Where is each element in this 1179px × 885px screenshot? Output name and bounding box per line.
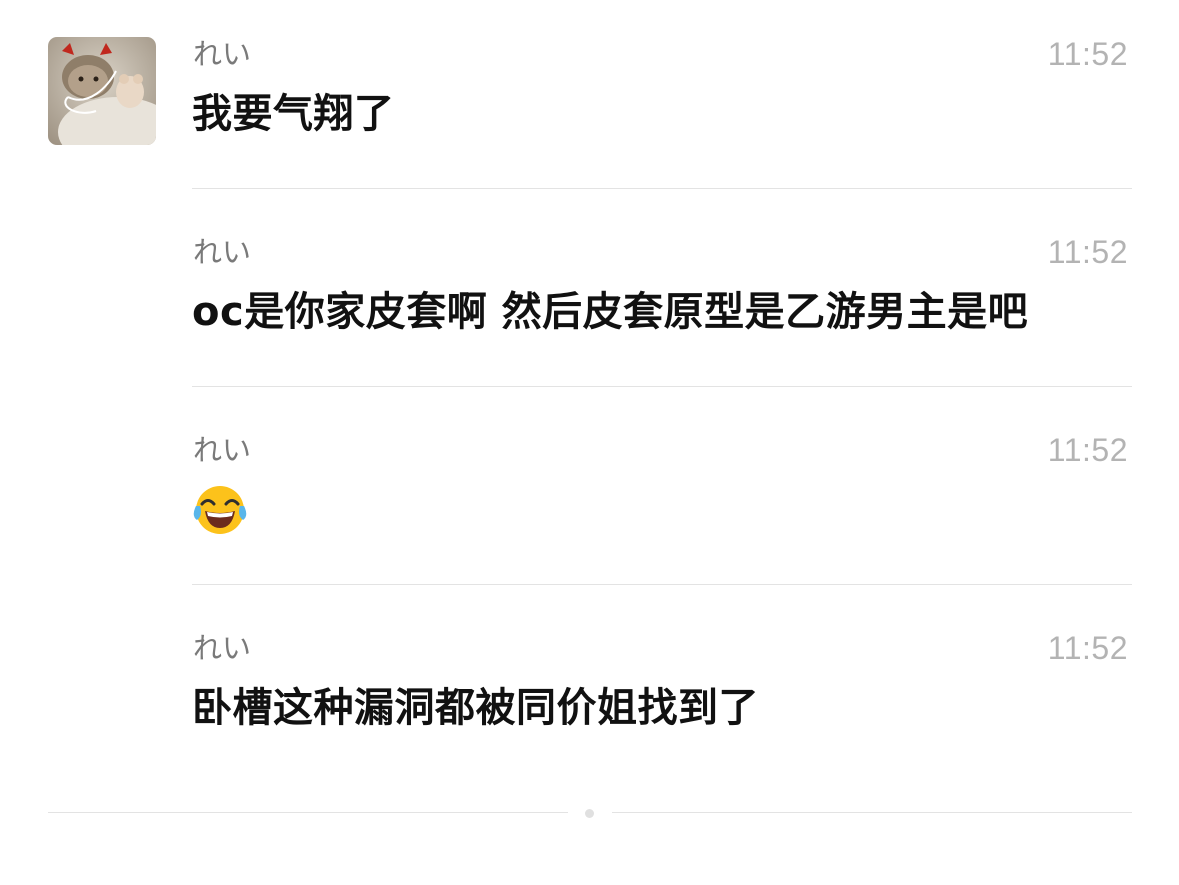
- sender-name: れい: [193, 433, 252, 467]
- message-item[interactable]: れい 11:52 我要气翔了: [192, 34, 1132, 232]
- message-text: 卧槽这种漏洞都被同价姐找到了: [192, 685, 759, 731]
- end-of-list-dot: [585, 809, 594, 818]
- divider: [192, 188, 1132, 189]
- message-text: oc是你家皮套啊 然后皮套原型是乙游男主是吧: [192, 289, 1029, 335]
- message-item[interactable]: れい 11:52: [192, 430, 1132, 628]
- sender-name: れい: [193, 631, 252, 665]
- message-time: 11:52: [1047, 234, 1128, 270]
- end-divider-right: [612, 812, 1132, 813]
- message-item[interactable]: れい 11:52 oc是你家皮套啊 然后皮套原型是乙游男主是吧: [192, 232, 1132, 430]
- avatar[interactable]: [48, 37, 156, 145]
- end-divider-left: [48, 812, 568, 813]
- message-time: 11:52: [1047, 630, 1128, 666]
- kitten-avatar-image: [48, 37, 156, 145]
- face-with-tears-of-joy-icon: [192, 482, 248, 538]
- sender-name: れい: [193, 37, 252, 71]
- sender-name: れい: [193, 235, 252, 269]
- divider: [192, 584, 1132, 585]
- divider: [192, 386, 1132, 387]
- message-text: 我要气翔了: [192, 91, 395, 137]
- message-time: 11:52: [1047, 36, 1128, 72]
- message-item[interactable]: れい 11:52 卧槽这种漏洞都被同价姐找到了: [192, 628, 1132, 826]
- message-time: 11:52: [1047, 432, 1128, 468]
